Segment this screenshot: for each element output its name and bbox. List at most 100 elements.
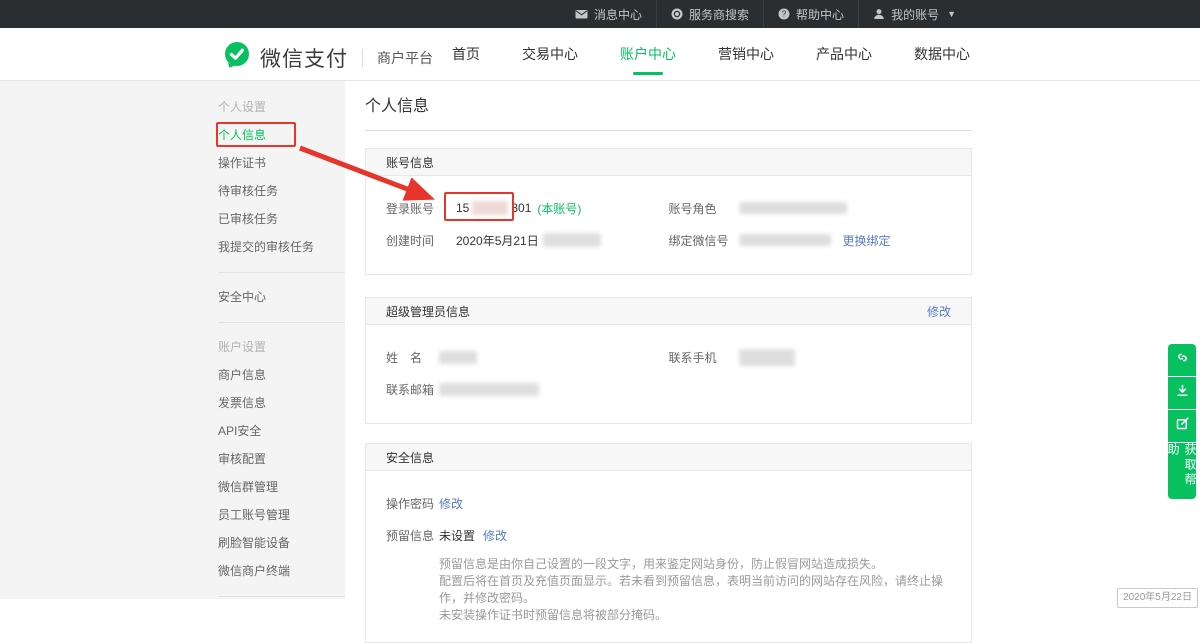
main-nav: 首页 交易中心 账户中心 营销中心 产品中心 数据中心 — [452, 28, 970, 81]
password-edit-link[interactable]: 修改 — [439, 495, 463, 512]
sidebar-item-wechat-merchant-terminal[interactable]: 微信商户终端 — [218, 557, 345, 585]
reserved-info-edit-link[interactable]: 修改 — [483, 527, 507, 544]
sidebar-item-api-security[interactable]: API安全 — [218, 417, 345, 445]
help-icon: ? — [778, 8, 790, 20]
super-admin-card: 超级管理员信息 修改 姓 名 联系邮箱 联系手机 — [365, 297, 972, 424]
sidebar-group-account-settings: 账户设置 — [218, 333, 345, 361]
link-button[interactable] — [1168, 344, 1196, 376]
date-badge: 2020年5月22日 — [1117, 588, 1198, 608]
admin-name-row: 姓 名 — [386, 341, 669, 373]
sidebar-item-security-center[interactable]: 安全中心 — [218, 283, 345, 311]
sidebar-item-invoice-info[interactable]: 发票信息 — [218, 389, 345, 417]
brand-name: 微信支付 — [260, 43, 348, 73]
login-account-suffix: 301 — [511, 201, 531, 215]
created-time-value: 2020年5月21日 — [456, 232, 601, 249]
sidebar-item-staff-account-management[interactable]: 员工账号管理 — [218, 501, 345, 529]
sidebar-item-merchant-info[interactable]: 商户信息 — [218, 361, 345, 389]
nav-data-center[interactable]: 数据中心 — [914, 28, 970, 81]
chevron-down-icon: ▼ — [947, 9, 956, 19]
portal-name: 商户平台 — [377, 48, 433, 68]
edit-icon — [1175, 416, 1190, 436]
reserved-desc-line1: 预留信息是由你自己设置的一段文字，用来鉴定网站身份，防止假冒网站造成损失。 — [439, 556, 951, 573]
nav-account-center[interactable]: 账户中心 — [620, 28, 676, 81]
sidebar-item-my-submitted-tasks[interactable]: 我提交的审核任务 — [218, 233, 345, 261]
admin-phone-row: 联系手机 — [669, 341, 952, 373]
account-info-body: 登录账号 15 301 (本账号) 创建时间 2020年5月21日 — [366, 176, 971, 274]
created-time-row: 创建时间 2020年5月21日 — [386, 224, 669, 256]
nav-product-center[interactable]: 产品中心 — [816, 28, 872, 81]
bound-wechat-redacted — [739, 234, 831, 246]
admin-name-label: 姓 名 — [386, 349, 439, 366]
nav-marketing-center[interactable]: 营销中心 — [718, 28, 774, 81]
login-account-redacted — [472, 201, 508, 215]
current-account-tag: (本账号) — [537, 200, 581, 217]
sidebar-group-personal-settings: 个人设置 — [218, 93, 345, 121]
account-role-label: 账号角色 — [669, 200, 739, 217]
reserved-desc-line3: 未安装操作证书时预留信息将被部分掩码。 — [439, 607, 951, 624]
security-info-header: 安全信息 — [366, 444, 971, 471]
super-admin-header: 超级管理员信息 修改 — [366, 298, 971, 325]
created-date-text: 2020年5月21日 — [456, 232, 539, 249]
super-admin-title: 超级管理员信息 — [386, 303, 470, 320]
sidebar-item-face-smart-devices[interactable]: 刷脸智能设备 — [218, 529, 345, 557]
operation-password-label: 操作密码 — [386, 495, 439, 512]
download-icon — [1175, 383, 1190, 403]
sidebar-item-wechat-group-management[interactable]: 微信群管理 — [218, 473, 345, 501]
main-content: 个人信息 账号信息 登录账号 15 301 (本账号) — [365, 92, 972, 643]
account-role-redacted — [739, 202, 847, 214]
topbar: 消息中心 服务商搜索 ? 帮助中心 我的账号 ▼ — [0, 0, 1200, 28]
sidebar-divider — [218, 322, 345, 323]
reserved-desc-line2: 配置后将在首页及充值页面显示。若未看到预留信息，表明当前访问的网站存在风险，请终… — [439, 573, 951, 607]
account-info-header: 账号信息 — [366, 149, 971, 176]
service-search-label: 服务商搜索 — [689, 6, 749, 23]
brand: 微信支付 商户平台 — [222, 40, 433, 75]
help-center-label: 帮助中心 — [796, 6, 844, 23]
link-icon — [1175, 350, 1190, 370]
super-admin-edit-link[interactable]: 修改 — [927, 303, 951, 320]
sidebar: 个人设置 个人信息 操作证书 待审核任务 已审核任务 我提交的审核任务 安全中心… — [218, 93, 345, 607]
reserved-info-description: 预留信息是由你自己设置的一段文字，用来鉴定网站身份，防止假冒网站造成损失。 配置… — [439, 556, 951, 624]
wechat-pay-logo-icon — [222, 40, 252, 75]
security-info-body: 操作密码 修改 预留信息 未设置 修改 预留信息是由你自己设置的一段文字，用来鉴… — [366, 471, 971, 642]
my-account-menu[interactable]: 我的账号 ▼ — [858, 0, 970, 28]
sidebar-item-review-config[interactable]: 审核配置 — [218, 445, 345, 473]
login-account-row: 登录账号 15 301 (本账号) — [386, 192, 669, 224]
sidebar-item-operation-certificate[interactable]: 操作证书 — [218, 149, 345, 177]
my-account-label: 我的账号 — [891, 6, 939, 23]
title-divider — [365, 130, 972, 131]
svg-text:?: ? — [782, 10, 787, 19]
reserved-info-status: 未设置 — [439, 527, 475, 544]
user-icon — [873, 8, 885, 20]
sidebar-item-pending-review-tasks[interactable]: 待审核任务 — [218, 177, 345, 205]
admin-email-row: 联系邮箱 — [386, 373, 669, 405]
sidebar-item-reviewed-tasks[interactable]: 已审核任务 — [218, 205, 345, 233]
bound-wechat-label: 绑定微信号 — [669, 232, 739, 249]
security-info-card: 安全信息 操作密码 修改 预留信息 未设置 修改 预留信息是由你自己设置的一段文… — [365, 443, 972, 643]
message-center-menu[interactable]: 消息中心 — [561, 0, 656, 28]
login-account-label: 登录账号 — [386, 200, 456, 217]
sidebar-divider — [218, 596, 345, 597]
get-help-button[interactable]: 获取帮助 — [1168, 443, 1196, 499]
download-button[interactable] — [1168, 377, 1196, 409]
login-account-prefix: 15 — [456, 201, 469, 215]
operation-password-row: 操作密码 修改 — [386, 487, 951, 519]
account-info-title: 账号信息 — [386, 154, 434, 171]
nav-home[interactable]: 首页 — [452, 28, 480, 81]
help-center-menu[interactable]: ? 帮助中心 — [763, 0, 858, 28]
feedback-button[interactable] — [1168, 410, 1196, 442]
header: 微信支付 商户平台 首页 交易中心 账户中心 营销中心 产品中心 数据中心 — [0, 28, 1200, 81]
page-title: 个人信息 — [365, 92, 972, 116]
sidebar-item-personal-info[interactable]: 个人信息 — [218, 121, 345, 149]
service-search-menu[interactable]: 服务商搜索 — [656, 0, 763, 28]
super-admin-body: 姓 名 联系邮箱 联系手机 — [366, 325, 971, 423]
reserved-info-row: 预留信息 未设置 修改 — [386, 519, 951, 551]
sidebar-divider — [218, 272, 345, 273]
account-info-card: 账号信息 登录账号 15 301 (本账号) 创建时间 — [365, 148, 972, 275]
login-account-value: 15 301 (本账号) — [456, 200, 581, 217]
rebind-link[interactable]: 更换绑定 — [843, 232, 891, 249]
brand-divider — [362, 49, 363, 67]
nav-transaction-center[interactable]: 交易中心 — [522, 28, 578, 81]
account-role-row: 账号角色 — [669, 192, 952, 224]
admin-phone-redacted — [739, 349, 795, 366]
admin-phone-label: 联系手机 — [669, 349, 739, 366]
